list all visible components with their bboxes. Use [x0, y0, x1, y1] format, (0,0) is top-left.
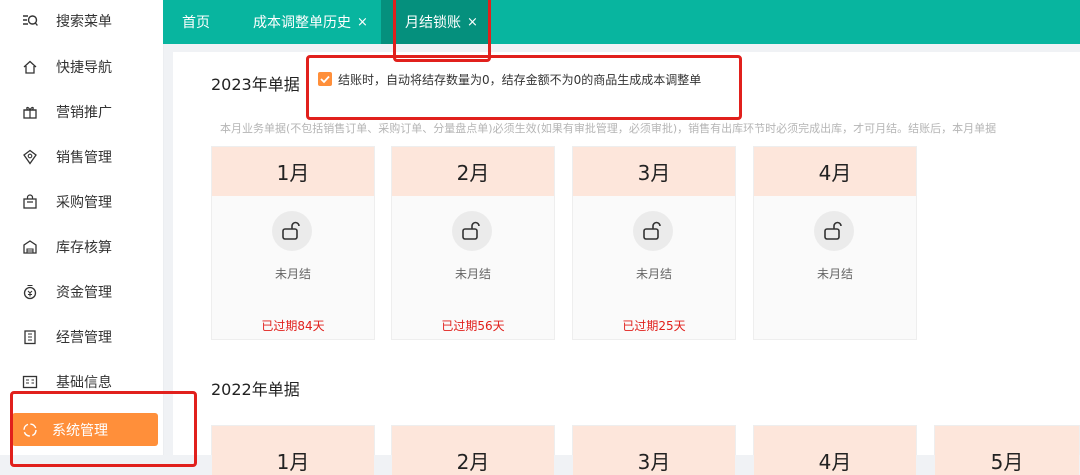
search-menu-icon — [22, 13, 38, 29]
sidebar-item-sales[interactable]: 销售管理 — [22, 143, 112, 171]
month-title: 2月 — [392, 147, 554, 196]
sidebar-item-label: 搜索菜单 — [56, 14, 112, 30]
closing-notice: 本月业务单据(不包括销售订单、采购订单、分量盘点单)必须生效(如果有审批管理，必… — [220, 122, 997, 135]
sidebar-item-label: 经营管理 — [56, 330, 112, 346]
month-card-2022-3[interactable]: 3月 — [572, 425, 736, 475]
tab-label: 月结锁账 — [405, 15, 461, 31]
month-title: 4月 — [754, 426, 916, 475]
month-title: 1月 — [212, 426, 374, 475]
expired-label: 已过期84天 — [261, 319, 325, 333]
month-title: 3月 — [573, 147, 735, 196]
unlock-icon[interactable] — [814, 211, 854, 251]
sidebar-item-label: 营销推广 — [56, 105, 112, 121]
auto-adjust-checkbox[interactable] — [318, 72, 332, 86]
sidebar-item-search-menu[interactable]: 搜索菜单 — [22, 7, 112, 35]
month-title: 5月 — [935, 426, 1079, 475]
sidebar-item-label: 基础信息 — [56, 375, 112, 391]
month-card-4[interactable]: 4月 未月结 — [753, 146, 917, 340]
money-icon — [22, 284, 38, 300]
year-2022-title: 2022年单据 — [211, 380, 300, 399]
sidebar-item-quick-nav[interactable]: 快捷导航 — [22, 53, 112, 81]
unlock-icon[interactable] — [633, 211, 673, 251]
month-status: 未月结 — [274, 267, 311, 281]
sidebar: 搜索菜单 快捷导航 营销推广 销售管理 采购管理 库存核算 资金管理 经营管理 … — [0, 0, 164, 455]
bag-icon — [22, 194, 38, 210]
expired-label: 已过期25天 — [622, 319, 686, 333]
month-title: 2月 — [392, 426, 554, 475]
month-status: 未月结 — [635, 267, 672, 281]
tab-home[interactable]: 首页 — [182, 0, 210, 44]
sidebar-item-system[interactable]: 系统管理 — [12, 413, 158, 446]
expired-label: 已过期56天 — [441, 319, 505, 333]
unlock-icon[interactable] — [272, 211, 312, 251]
sidebar-item-marketing[interactable]: 营销推广 — [22, 98, 112, 126]
sidebar-item-label: 系统管理 — [52, 422, 108, 439]
unlock-icon[interactable] — [452, 211, 492, 251]
tab-monthly-closing[interactable]: 月结锁账 × — [381, 0, 489, 44]
month-title: 3月 — [573, 426, 735, 475]
month-card-2[interactable]: 2月 未月结 已过期56天 — [391, 146, 555, 340]
auto-adjust-label: 结账时，自动将结存数量为0，结存金额不为0的商品生成成本调整单 — [338, 73, 702, 87]
sidebar-item-label: 销售管理 — [56, 150, 112, 166]
settings-icon — [22, 422, 38, 438]
close-icon[interactable]: × — [467, 15, 478, 30]
month-card-3[interactable]: 3月 未月结 已过期25天 — [572, 146, 736, 340]
month-title: 1月 — [212, 147, 374, 196]
tab-label: 成本调整单历史 — [253, 15, 351, 31]
tab-label: 首页 — [182, 15, 210, 31]
month-status: 未月结 — [454, 267, 491, 281]
tab-cost-adjust-history[interactable]: 成本调整单历史 × — [253, 0, 368, 44]
sidebar-item-purchase[interactable]: 采购管理 — [22, 188, 112, 216]
month-title: 4月 — [754, 147, 916, 196]
month-card-2022-2[interactable]: 2月 — [391, 425, 555, 475]
clipboard-icon — [22, 329, 38, 345]
warehouse-icon — [22, 239, 38, 255]
month-card-2022-5[interactable]: 5月 — [934, 425, 1080, 475]
close-icon[interactable]: × — [357, 15, 368, 30]
sidebar-item-operations[interactable]: 经营管理 — [22, 323, 112, 351]
sidebar-item-funds[interactable]: 资金管理 — [22, 278, 112, 306]
gift-icon — [22, 104, 38, 120]
month-card-2022-1[interactable]: 1月 — [211, 425, 375, 475]
sidebar-item-label: 快捷导航 — [56, 60, 112, 76]
sidebar-item-label: 采购管理 — [56, 195, 112, 211]
sales-icon — [22, 149, 38, 165]
sidebar-item-basic-info[interactable]: 基础信息 — [22, 368, 112, 396]
year-2023-title: 2023年单据 — [211, 75, 300, 94]
sidebar-item-label: 库存核算 — [56, 240, 112, 256]
sidebar-item-label: 资金管理 — [56, 285, 112, 301]
info-card-icon — [22, 374, 38, 390]
month-card-2022-4[interactable]: 4月 — [753, 425, 917, 475]
sidebar-item-inventory[interactable]: 库存核算 — [22, 233, 112, 261]
home-icon — [22, 59, 38, 75]
month-card-1[interactable]: 1月 未月结 已过期84天 — [211, 146, 375, 340]
month-status: 未月结 — [816, 267, 853, 281]
